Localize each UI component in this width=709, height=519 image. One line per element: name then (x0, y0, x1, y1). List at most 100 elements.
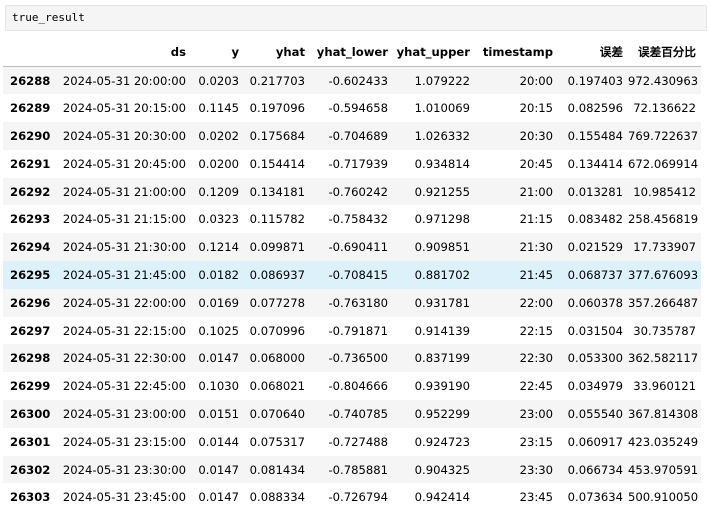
cell-error-percent: 972.430963 (628, 73, 699, 88)
cell-yhat: 0.088334 (249, 490, 305, 505)
cell-y: 0.0203 (198, 73, 239, 88)
cell-yhat-lower: -0.785881 (328, 462, 388, 477)
cell-timestamp: 21:00 (519, 184, 553, 199)
table-row: 26295 2024-05-31 21:45:00 0.0182 0.086937 -0… (3, 261, 701, 289)
row-index: 26297 (10, 323, 51, 338)
row-index: 26303 (10, 490, 51, 505)
cell-error-percent: 672.069914 (628, 156, 699, 171)
cell-yhat-lower: -0.763180 (328, 295, 388, 310)
row-index: 26289 (10, 101, 51, 116)
column-header-yhat-lower: yhat_lower (310, 38, 393, 67)
cell-timestamp: 21:30 (519, 240, 553, 255)
cell-error-percent: 453.970591 (628, 462, 699, 477)
column-header-yhat: yhat (244, 38, 310, 67)
table-row: 26292 2024-05-31 21:00:00 0.1209 0.134181 -0… (3, 177, 701, 206)
cell-timestamp: 23:45 (519, 490, 553, 505)
cell-timestamp: 20:00 (519, 73, 553, 88)
cell-yhat-lower: -0.594658 (328, 101, 388, 116)
cell-timestamp: 22:15 (519, 323, 553, 338)
cell-y: 0.1209 (198, 184, 239, 199)
column-header-ds: ds (60, 38, 191, 67)
cell-timestamp: 21:45 (519, 267, 553, 282)
cell-yhat-lower: -0.717939 (328, 156, 388, 171)
cell-y: 0.0200 (198, 156, 239, 171)
row-index: 26291 (10, 156, 51, 171)
cell-error-percent: 377.676093 (628, 267, 699, 282)
cell-error: 0.155484 (567, 128, 623, 143)
cell-yhat-upper: 0.971298 (414, 212, 470, 227)
cell-timestamp: 21:15 (519, 212, 553, 227)
cell-ds: 2024-05-31 20:15:00 (62, 101, 186, 116)
cell-ds: 2024-05-31 22:15:00 (62, 323, 186, 338)
cell-yhat-upper: 0.904325 (414, 462, 470, 477)
row-index: 26293 (10, 212, 51, 227)
cell-y: 0.0144 (198, 434, 239, 449)
dataframe-table: ds y yhat yhat_lower yhat_upper timestam… (3, 38, 701, 512)
cell-error: 0.021529 (567, 240, 623, 255)
cell-error: 0.134414 (567, 156, 623, 171)
cell-error: 0.060917 (567, 434, 623, 449)
cell-yhat: 0.075317 (249, 434, 305, 449)
cell-yhat-lower: -0.726794 (328, 490, 388, 505)
cell-error: 0.073634 (567, 490, 623, 505)
cell-error: 0.013281 (567, 184, 623, 199)
row-index: 26288 (10, 73, 51, 88)
cell-timestamp: 23:15 (519, 434, 553, 449)
cell-ds: 2024-05-31 21:00:00 (62, 184, 186, 199)
cell-ds: 2024-05-31 22:00:00 (62, 295, 186, 310)
cell-yhat: 0.099871 (249, 240, 305, 255)
table-header: ds y yhat yhat_lower yhat_upper timestam… (3, 38, 701, 67)
cell-error: 0.068737 (567, 267, 623, 282)
cell-timestamp: 20:45 (519, 156, 553, 171)
row-index: 26295 (10, 267, 51, 282)
cell-ds: 2024-05-31 21:15:00 (62, 212, 186, 227)
cell-yhat-upper: 0.939190 (414, 379, 470, 394)
cell-yhat-lower: -0.704689 (328, 128, 388, 143)
table-row: 26290 2024-05-31 20:30:00 0.0202 0.175684 -0… (3, 122, 701, 150)
cell-error-percent: 33.960121 (633, 379, 696, 394)
cell-yhat: 0.086937 (249, 267, 305, 282)
cell-ds: 2024-05-31 23:00:00 (62, 406, 186, 421)
cell-y: 0.1214 (198, 240, 239, 255)
table-row: 26298 2024-05-31 22:30:00 0.0147 0.068000 -0… (3, 344, 701, 373)
cell-error: 0.082596 (567, 101, 623, 116)
cell-yhat: 0.134181 (249, 184, 305, 199)
table-row: 26291 2024-05-31 20:45:00 0.0200 0.154414 -0… (3, 149, 701, 178)
cell-yhat-upper: 0.931781 (414, 295, 470, 310)
cell-ds: 2024-05-31 22:45:00 (62, 379, 186, 394)
cell-timestamp: 22:45 (519, 379, 553, 394)
cell-error: 0.060378 (567, 295, 623, 310)
cell-error: 0.053300 (567, 351, 623, 366)
cell-error-percent: 30.735787 (633, 323, 696, 338)
row-index: 26302 (10, 462, 51, 477)
cell-yhat: 0.175684 (249, 128, 305, 143)
row-index: 26294 (10, 240, 51, 255)
cell-ds: 2024-05-31 23:30:00 (62, 462, 186, 477)
cell-yhat: 0.154414 (249, 156, 305, 171)
cell-yhat-upper: 0.837199 (414, 351, 470, 366)
cell-yhat-upper: 1.026332 (414, 128, 470, 143)
row-index: 26292 (10, 184, 51, 199)
table-row: 26300 2024-05-31 23:00:00 0.0151 0.070640 -0… (3, 400, 701, 428)
table-row: 26299 2024-05-31 22:45:00 0.1030 0.068021 -0… (3, 372, 701, 401)
cell-error-percent: 258.456819 (628, 212, 699, 227)
code-cell-input[interactable]: true_result (5, 5, 707, 31)
cell-y: 0.0169 (198, 295, 239, 310)
cell-yhat-upper: 0.924723 (414, 434, 470, 449)
cell-timestamp: 20:15 (519, 101, 553, 116)
cell-yhat-lower: -0.758432 (328, 212, 388, 227)
cell-yhat-lower: -0.727488 (328, 434, 388, 449)
cell-error-percent: 367.814308 (628, 406, 699, 421)
cell-error-percent: 769.722637 (628, 128, 699, 143)
cell-y: 0.0323 (198, 212, 239, 227)
cell-error: 0.034979 (567, 379, 623, 394)
cell-y: 0.0151 (198, 406, 239, 421)
cell-error: 0.083482 (567, 212, 623, 227)
table-row: 26289 2024-05-31 20:15:00 0.1145 0.197096 -0… (3, 94, 701, 123)
table-row: 26302 2024-05-31 23:30:00 0.0147 0.081434 -0… (3, 455, 701, 484)
cell-yhat-upper: 0.942414 (414, 490, 470, 505)
cell-ds: 2024-05-31 21:30:00 (62, 240, 186, 255)
cell-yhat-upper: 0.934814 (414, 156, 470, 171)
cell-timestamp: 22:30 (519, 351, 553, 366)
cell-timestamp: 20:30 (519, 128, 553, 143)
